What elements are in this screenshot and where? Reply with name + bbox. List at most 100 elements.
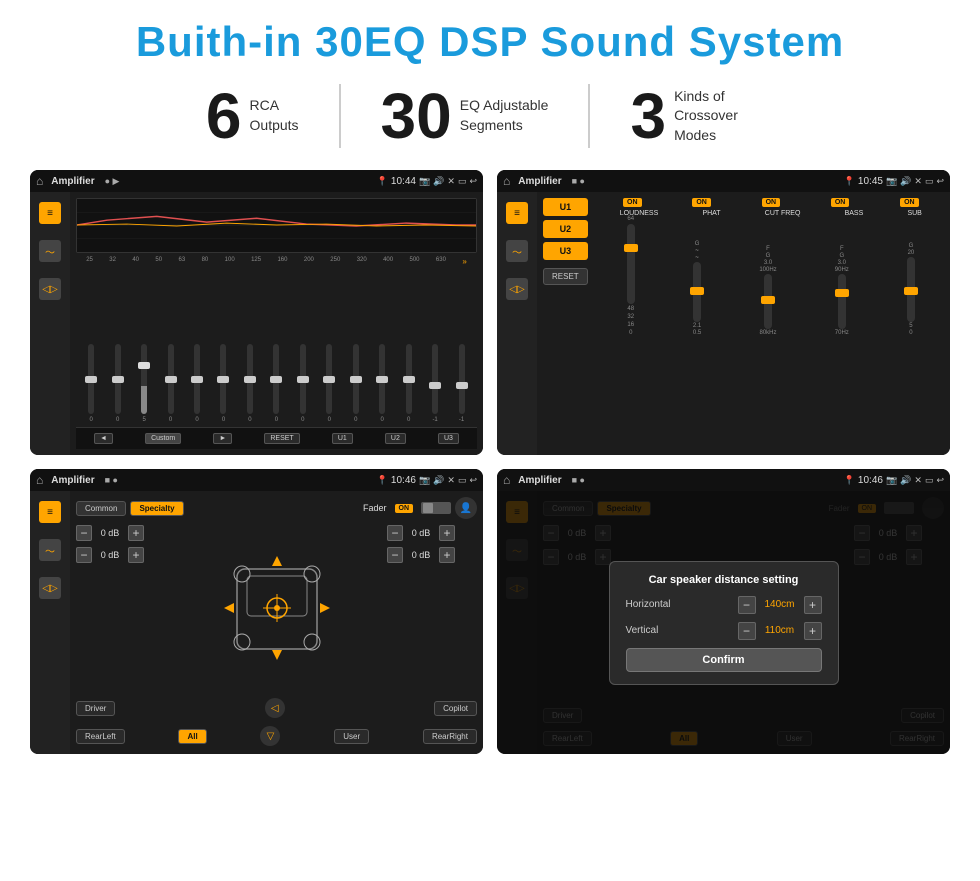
status-time-4: 10:46: [858, 475, 883, 486]
x-icon-4: ✕: [914, 475, 922, 486]
db-plus-br[interactable]: +: [439, 547, 455, 563]
status-title-1: Amplifier: [51, 176, 94, 187]
vertical-plus-btn[interactable]: +: [804, 622, 822, 640]
fader-slider[interactable]: [421, 502, 451, 514]
eq-slider-12: 0: [379, 344, 385, 423]
page-wrapper: Buith-in 30EQ DSP Sound System 6 RCA Out…: [0, 0, 980, 881]
sidebar-wave-icon[interactable]: 〜: [39, 240, 61, 262]
dsp-on-row: ON ON ON ON ON: [598, 198, 944, 207]
db-minus-tl[interactable]: −: [76, 525, 92, 541]
stat-eq: 30 EQ Adjustable Segments: [341, 84, 591, 148]
camera-icon-2: 📷: [886, 176, 897, 187]
bass-label: BASS: [845, 210, 864, 217]
sidebar-eq-icon[interactable]: ≡: [39, 202, 61, 224]
user-btn[interactable]: User: [334, 729, 369, 744]
driver-btn[interactable]: Driver: [76, 701, 115, 716]
stat-desc-crossover: Kinds of Crossover Modes: [674, 87, 774, 146]
window-icon-1: ▭: [458, 176, 467, 187]
arrow-left-circle[interactable]: ◁: [265, 698, 285, 718]
db-value-tr: 0 dB: [407, 528, 435, 538]
screen-inner-1: ≡ 〜 ◁▷: [30, 192, 483, 455]
eq-prev-btn[interactable]: ◄: [94, 433, 113, 444]
horizontal-plus-btn[interactable]: +: [804, 596, 822, 614]
screen-inner-3: ≡ 〜 ◁▷ Common Specialty Fader ON: [30, 491, 483, 754]
window-icon-3: ▭: [458, 475, 467, 486]
status-bar-3: ⌂ Amplifier ■ ● 📍 10:46 📷 🔊 ✕ ▭ ↩: [30, 469, 483, 491]
specialty-tab[interactable]: Specialty: [130, 501, 183, 516]
eq-u1-btn[interactable]: U1: [332, 433, 353, 444]
loudness-on[interactable]: ON: [623, 198, 642, 207]
copilot-btn[interactable]: Copilot: [434, 701, 477, 716]
eq-u2-btn[interactable]: U2: [385, 433, 406, 444]
arrow-down-circle[interactable]: ▽: [260, 726, 280, 746]
eq-next-btn[interactable]: ►: [213, 433, 232, 444]
horizontal-label: Horizontal: [626, 599, 696, 610]
sidebar-vol-icon-3[interactable]: ◁▷: [39, 577, 61, 599]
sidebar-eq-icon-2[interactable]: ≡: [506, 202, 528, 224]
stat-desc-eq: EQ Adjustable Segments: [460, 96, 549, 135]
db-minus-br[interactable]: −: [387, 547, 403, 563]
screen-dialog: ⌂ Amplifier ■ ● 📍 10:46 📷 🔊 ✕ ▭ ↩ ≡ 〜: [497, 469, 950, 754]
stat-desc-rca: RCA Outputs: [250, 96, 299, 135]
sidebar-wave-icon-2[interactable]: 〜: [506, 240, 528, 262]
fader-content: − 0 dB + − 0 dB +: [76, 525, 477, 692]
fader-tabs: Common Specialty Fader ON 👤: [76, 497, 477, 519]
db-control-tr: − 0 dB +: [387, 525, 477, 541]
fader-on-badge[interactable]: ON: [395, 504, 414, 513]
camera-icon-1: 📷: [419, 176, 430, 187]
u3-btn[interactable]: U3: [543, 242, 588, 260]
phat-on[interactable]: ON: [692, 198, 711, 207]
vertical-control: − 110cm +: [738, 622, 822, 640]
all-btn[interactable]: All: [178, 729, 206, 744]
bass-on[interactable]: ON: [831, 198, 850, 207]
eq-slider-3: 5: [141, 344, 147, 423]
eq-custom-btn[interactable]: Custom: [145, 433, 181, 444]
dots-icon-4: ■ ●: [572, 475, 585, 485]
stat-number-eq: 30: [381, 84, 452, 148]
dialog-title: Car speaker distance setting: [626, 574, 822, 586]
dsp-controls: ON ON ON ON ON LOUDNESS PHAT CUT FREQ: [598, 198, 944, 340]
left-sidebar-3: ≡ 〜 ◁▷: [30, 491, 70, 754]
location-icon-4: 📍: [844, 475, 855, 486]
stat-number-rca: 6: [206, 84, 242, 148]
status-time-3: 10:46: [391, 475, 416, 486]
home-icon-3: ⌂: [36, 473, 43, 487]
eq-slider-4: 0: [168, 344, 174, 423]
common-tab[interactable]: Common: [76, 501, 126, 516]
eq-slider-8: 0: [273, 344, 279, 423]
status-icons-3: 📍 10:46 📷 🔊 ✕ ▭ ↩: [377, 475, 477, 486]
db-minus-bl[interactable]: −: [76, 547, 92, 563]
u2-btn[interactable]: U2: [543, 220, 588, 238]
db-minus-tr[interactable]: −: [387, 525, 403, 541]
eq-sliders-row: 0 0 5 0 0 0 0 0 0 0 0 0 0 -1 -1: [76, 266, 477, 427]
db-control-br: − 0 dB +: [387, 547, 477, 563]
eq-u3-btn[interactable]: U3: [438, 433, 459, 444]
dots-icon-3: ■ ●: [105, 475, 118, 485]
cutfreq-on[interactable]: ON: [762, 198, 781, 207]
sidebar-vol-icon-2[interactable]: ◁▷: [506, 278, 528, 300]
db-plus-tr[interactable]: +: [439, 525, 455, 541]
horizontal-minus-btn[interactable]: −: [738, 596, 756, 614]
dsp-reset-btn[interactable]: RESET: [543, 268, 588, 285]
car-svg: [222, 544, 332, 674]
rearleft-btn[interactable]: RearLeft: [76, 729, 125, 744]
sidebar-vol-icon[interactable]: ◁▷: [39, 278, 61, 300]
rearright-btn[interactable]: RearRight: [423, 729, 477, 744]
back-icon-3: ↩: [469, 475, 477, 486]
fader-right-controls: − 0 dB + − 0 dB +: [387, 525, 477, 692]
sidebar-eq-icon-3[interactable]: ≡: [39, 501, 61, 523]
sidebar-wave-icon-3[interactable]: 〜: [39, 539, 61, 561]
status-icons-1: 📍 10:44 📷 🔊 ✕ ▭ ↩: [377, 176, 477, 187]
eq-reset-btn[interactable]: RESET: [264, 433, 299, 444]
eq-graph: [76, 198, 477, 253]
confirm-button[interactable]: Confirm: [626, 648, 822, 672]
u1-btn[interactable]: U1: [543, 198, 588, 216]
db-plus-tl[interactable]: +: [128, 525, 144, 541]
vertical-minus-btn[interactable]: −: [738, 622, 756, 640]
eq-slider-14: -1: [432, 344, 438, 423]
home-icon-4: ⌂: [503, 473, 510, 487]
stat-number-crossover: 3: [630, 84, 666, 148]
location-icon-1: 📍: [377, 176, 388, 187]
db-plus-bl[interactable]: +: [128, 547, 144, 563]
sub-on[interactable]: ON: [900, 198, 919, 207]
